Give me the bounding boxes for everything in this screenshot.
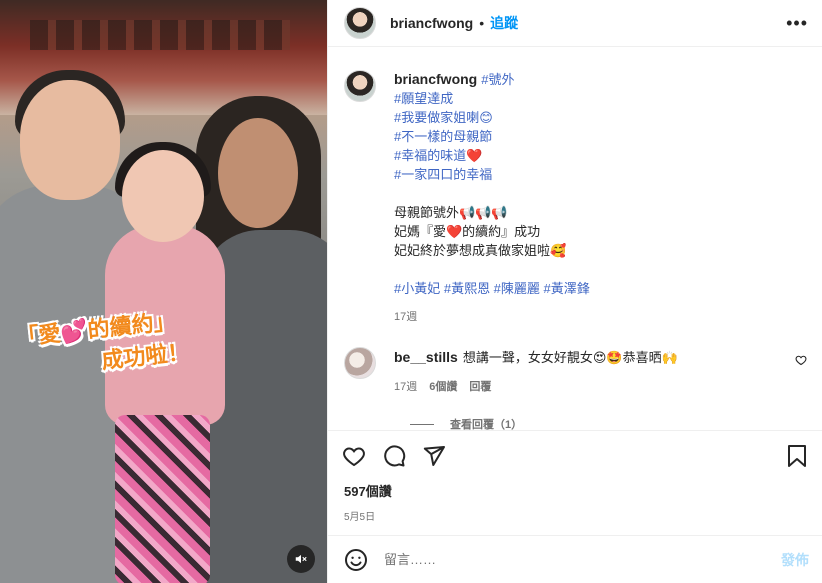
caption-author-avatar[interactable] <box>344 70 376 102</box>
post-actions: 597個讚 5月5日 <box>328 430 822 523</box>
caption-hashtag[interactable]: #一家四口的幸福 <box>394 165 590 184</box>
caption-tags[interactable]: #小黃妃 #黃熙恩 #陳麗麗 #黃澤鋒 <box>394 279 590 298</box>
caption-hashtag[interactable]: #我要做家姐喇😊 <box>394 108 590 127</box>
comment-input[interactable] <box>384 552 781 567</box>
post-photo[interactable]: 「愛💕的續約」 成功啦！ <box>0 0 327 583</box>
post-comment-button[interactable]: 發佈 <box>781 550 809 570</box>
comment-item: be__stills 想講一聲，女女好靚女😍🤩恭喜晒🙌 17週 6個讚 回覆 <box>344 327 807 394</box>
photo-girl-leggings <box>115 415 210 583</box>
speaker-muted-icon <box>295 554 307 564</box>
action-icons-bar <box>342 431 809 481</box>
emoji-picker-button[interactable] <box>344 548 368 572</box>
caption-username[interactable]: briancfwong <box>394 71 477 87</box>
bookmark-icon <box>788 445 806 467</box>
comment-meta: 17週 6個讚 回覆 <box>394 378 678 394</box>
comment-likes-count[interactable]: 6個讚 <box>429 378 457 394</box>
heart-icon <box>343 447 365 467</box>
caption-hashtag[interactable]: #不一樣的母親節 <box>394 127 590 146</box>
view-replies-label: 查看回覆（1） <box>450 419 523 430</box>
commenter-username[interactable]: be__stills <box>394 349 458 365</box>
more-options-icon: ••• <box>786 12 808 33</box>
post-header: briancfwong • 追蹤 ••• <box>328 0 822 47</box>
photo-mother-face <box>20 80 120 200</box>
paper-plane-icon <box>423 446 445 466</box>
like-button[interactable] <box>342 444 366 468</box>
caption-hashtag[interactable]: #願望達成 <box>394 89 590 108</box>
comment-body: be__stills 想講一聲，女女好靚女😍🤩恭喜晒🙌 17週 6個讚 回覆 <box>394 347 678 394</box>
author-username[interactable]: briancfwong <box>390 15 473 31</box>
more-options-button[interactable]: ••• <box>786 13 808 34</box>
photo-father-face <box>218 118 298 228</box>
heart-outline-icon <box>795 355 807 366</box>
caption-body-line: 妃妃終於夢想成真做家姐啦🥰 <box>394 243 567 258</box>
photo-girl-face <box>122 150 204 242</box>
comment-text: 想講一聲，女女好靚女😍🤩恭喜晒🙌 <box>462 350 678 365</box>
save-button[interactable] <box>785 444 809 468</box>
smiley-icon <box>345 548 367 571</box>
post-details-panel: briancfwong • 追蹤 ••• briancfwong #號外 #願望達… <box>327 0 822 583</box>
sticker-text-b: 的續約」 <box>86 309 177 344</box>
comment-like-button[interactable] <box>795 354 807 369</box>
share-button[interactable] <box>422 444 446 468</box>
caption: briancfwong #號外 #願望達成 #我要做家姐喇😊 #不一樣的母親節 #… <box>344 55 807 327</box>
post-date[interactable]: 5月5日 <box>342 508 809 523</box>
likes-count[interactable]: 597個讚 <box>342 481 809 500</box>
comment-bubble-icon <box>384 445 406 467</box>
comments-section[interactable]: briancfwong #號外 #願望達成 #我要做家姐喇😊 #不一樣的母親節 #… <box>328 55 822 430</box>
caption-body-line: 妃媽『愛❤️的續約』成功 <box>394 224 541 239</box>
comment-button[interactable] <box>382 444 406 468</box>
instagram-post-modal: 「愛💕的續約」 成功啦！ briancfwong • 追蹤 ••• brianc… <box>0 0 822 583</box>
comment-reply-button[interactable]: 回覆 <box>469 378 491 394</box>
commenter-avatar[interactable] <box>344 347 376 379</box>
add-comment-bar: 發佈 <box>328 535 822 583</box>
comment-timestamp[interactable]: 17週 <box>394 378 417 394</box>
replies-divider <box>410 423 434 425</box>
sticker-heart: 💕 <box>59 318 90 347</box>
author-avatar[interactable] <box>344 7 376 39</box>
follow-button[interactable]: 追蹤 <box>490 13 518 33</box>
view-replies-button[interactable]: 查看回覆（1） <box>410 416 807 430</box>
caption-text: briancfwong #號外 #願望達成 #我要做家姐喇😊 #不一樣的母親節 #… <box>394 70 590 327</box>
sticker-text-a: 「愛 <box>15 321 62 351</box>
caption-body-line: 母親節號外📢📢📢 <box>394 205 508 220</box>
caption-timestamp[interactable]: 17週 <box>394 308 590 327</box>
mute-audio-button[interactable] <box>287 545 315 573</box>
caption-hashtag[interactable]: #號外 <box>481 72 514 87</box>
separator-dot: • <box>479 15 485 31</box>
caption-hashtag[interactable]: #幸福的味道❤️ <box>394 146 590 165</box>
